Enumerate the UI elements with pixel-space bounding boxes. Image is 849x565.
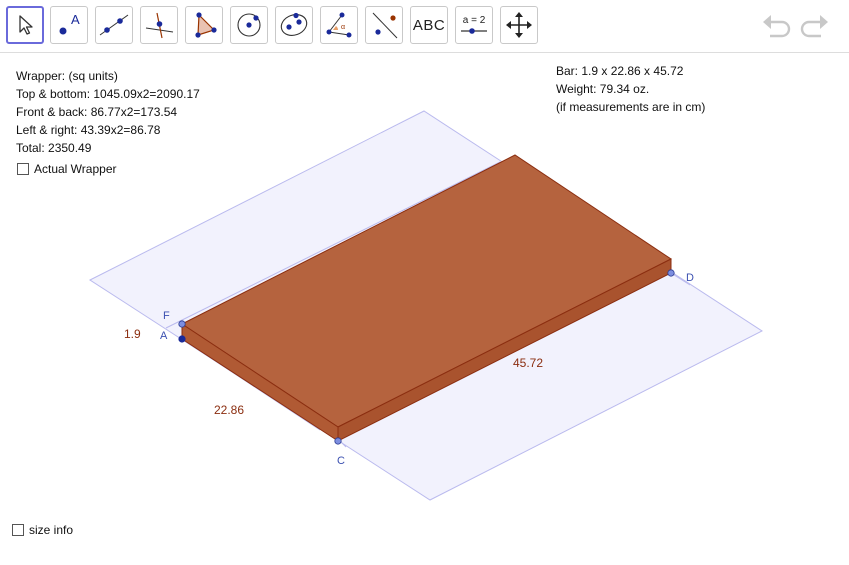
size-info-checkbox[interactable] — [12, 524, 24, 536]
line-icon — [99, 14, 129, 36]
ellipse-tool-button[interactable] — [275, 6, 313, 44]
actual-wrapper-label: Actual Wrapper — [34, 162, 117, 176]
reflect-tool-button[interactable] — [365, 6, 403, 44]
length-label: 45.72 — [513, 356, 543, 370]
bar-dimensions: Bar: 1.9 x 22.86 x 45.72 — [556, 64, 684, 78]
point-f-label: F — [163, 310, 170, 322]
slider-tool-label: a = 2 — [463, 15, 486, 26]
text-tool-button[interactable]: ABC — [410, 6, 448, 44]
bar-weight: Weight: 79.34 oz. — [556, 82, 650, 96]
perpendicular-line-icon — [145, 12, 174, 39]
actual-wrapper-checkbox-row[interactable]: Actual Wrapper — [17, 162, 116, 176]
point-f[interactable] — [178, 320, 186, 328]
wrapper-info: Wrapper: (sq units) Top & bottom: 1045.0… — [16, 67, 200, 157]
point-tool-button[interactable]: A — [50, 6, 88, 44]
circle-tool-button[interactable] — [230, 6, 268, 44]
wrapper-top-bottom: Top & bottom: 1045.09x2=2090.17 — [16, 87, 200, 101]
slider-icon: a = 2 — [461, 15, 487, 34]
angle-icon: α — [326, 12, 352, 38]
actual-wrapper-checkbox[interactable] — [17, 163, 29, 175]
bar-info: Bar: 1.9 x 22.86 x 45.72 Weight: 79.34 o… — [556, 62, 705, 116]
svg-text:α: α — [341, 24, 345, 31]
size-info-checkbox-row[interactable]: size info — [12, 523, 73, 537]
move-graphics-view-tool-button[interactable] — [500, 6, 538, 44]
angle-tool-button[interactable]: α — [320, 6, 358, 44]
size-info-label: size info — [29, 523, 74, 537]
polygon-icon — [195, 12, 217, 38]
move-tool-button[interactable] — [6, 6, 44, 44]
wrapper-front-back: Front & back: 86.77x2=173.54 — [16, 105, 178, 119]
point-c[interactable] — [334, 437, 342, 445]
move-arrows-icon — [506, 12, 532, 38]
wrapper-title: Wrapper: (sq units) — [16, 69, 118, 83]
point-c-label: C — [337, 455, 345, 467]
point-a-label: A — [160, 330, 168, 342]
redo-button[interactable] — [799, 12, 829, 45]
point-a[interactable] — [178, 335, 186, 343]
width-label: 22.86 — [214, 403, 244, 417]
point-tool-label: A — [71, 12, 80, 27]
circle-icon — [237, 13, 261, 37]
undo-button[interactable] — [762, 12, 792, 45]
perpendicular-line-tool-button[interactable] — [140, 6, 178, 44]
text-tool-label: ABC — [412, 16, 446, 34]
height-label: 1.9 — [124, 327, 141, 341]
reflect-line-icon — [372, 12, 398, 39]
point-d[interactable] — [667, 269, 675, 277]
wrapper-left-right: Left & right: 43.39x2=86.78 — [16, 123, 161, 137]
polygon-tool-button[interactable] — [185, 6, 223, 44]
point-d-label: D — [686, 272, 694, 284]
line-tool-button[interactable] — [95, 6, 133, 44]
slider-tool-button[interactable]: a = 2 — [455, 6, 493, 44]
wrapper-total: Total: 2350.49 — [16, 141, 92, 155]
redo-icon — [800, 15, 828, 38]
toolbar: A α ABC a = 2 — [0, 0, 849, 53]
bar-note: (if measurements are in cm) — [556, 100, 706, 114]
undo-icon — [763, 15, 791, 38]
ellipse-icon — [280, 12, 308, 36]
cursor-arrow-icon — [19, 15, 33, 35]
point-icon: A — [59, 12, 80, 35]
